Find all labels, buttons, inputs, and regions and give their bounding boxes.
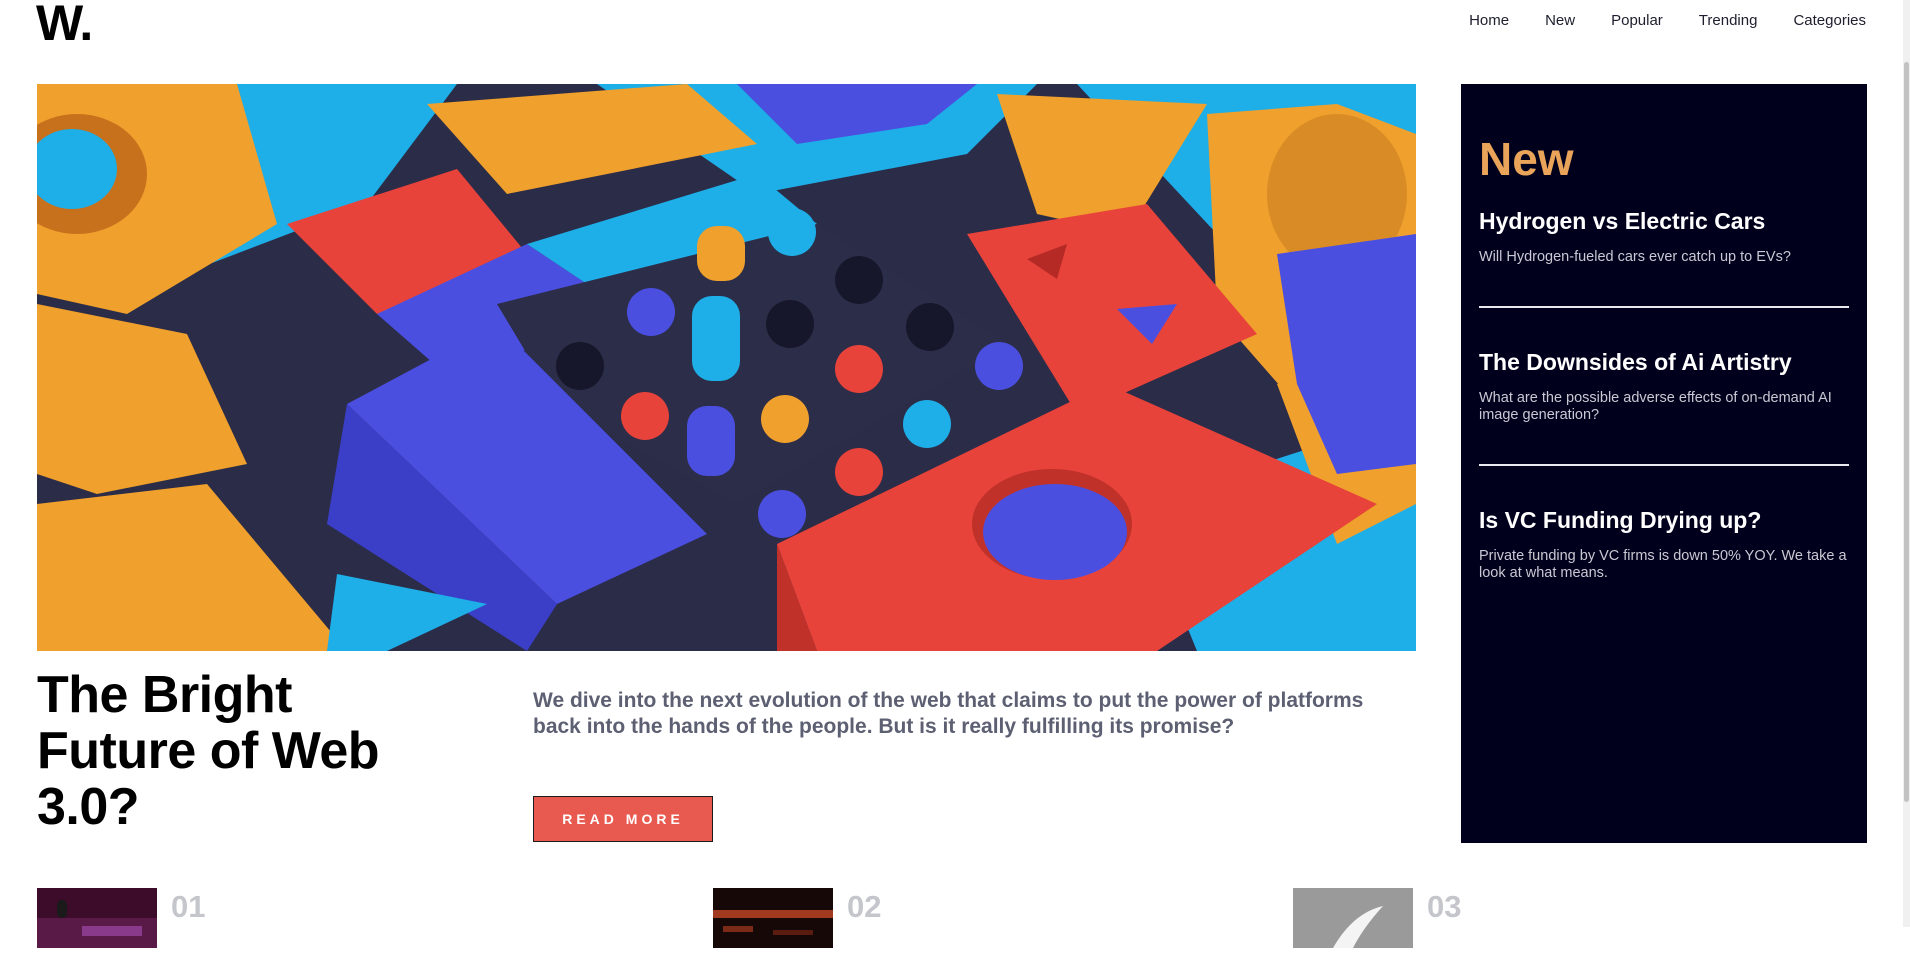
article-thumbnail[interactable] [37, 888, 157, 948]
divider [1479, 306, 1849, 308]
divider [1479, 464, 1849, 466]
hero-description: We dive into the next evolution of the w… [533, 689, 1364, 738]
hero-image [37, 84, 1416, 651]
sidebar-article-title[interactable]: The Downsides of Ai Artistry [1479, 348, 1849, 376]
sidebar-article-summary: What are the possible adverse effects of… [1479, 390, 1832, 423]
sidebar-article[interactable]: The Downsides of Ai Artistry What are th… [1479, 348, 1849, 424]
main-nav: Home New Popular Trending Categories [1469, 12, 1866, 29]
hero-headline[interactable]: The Bright Future of Web 3.0? [37, 667, 457, 835]
nav-popular[interactable]: Popular [1611, 12, 1663, 29]
nav-home[interactable]: Home [1469, 12, 1509, 29]
sidebar-article-title[interactable]: Hydrogen vs Electric Cars [1479, 207, 1849, 235]
article-card[interactable]: 03 [1293, 888, 1461, 948]
read-more-button[interactable]: READ MORE [533, 796, 713, 842]
article-thumbnail[interactable] [713, 888, 833, 948]
article-card[interactable]: 02 [713, 888, 881, 948]
sidebar-article[interactable]: Hydrogen vs Electric Cars Will Hydrogen-… [1479, 207, 1849, 266]
nav-trending[interactable]: Trending [1699, 12, 1758, 29]
scrollbar-thumb[interactable] [1904, 62, 1909, 802]
nav-new[interactable]: New [1545, 12, 1575, 29]
new-articles-sidebar: New Hydrogen vs Electric Cars Will Hydro… [1461, 84, 1867, 843]
sidebar-heading: New [1479, 133, 1574, 185]
sidebar-article-summary: Private funding by VC firms is down 50% … [1479, 548, 1847, 581]
article-card[interactable]: 01 [37, 888, 205, 948]
sidebar-article-title[interactable]: Is VC Funding Drying up? [1479, 506, 1849, 534]
site-logo[interactable]: W. [36, 0, 93, 48]
sidebar-article[interactable]: Is VC Funding Drying up? Private funding… [1479, 506, 1849, 582]
article-number: 01 [171, 889, 206, 924]
sidebar-article-summary: Will Hydrogen-fueled cars ever catch up … [1479, 249, 1791, 265]
nav-categories[interactable]: Categories [1793, 12, 1866, 29]
article-thumbnail[interactable] [1293, 888, 1413, 948]
article-number: 02 [847, 889, 882, 924]
article-number: 03 [1427, 889, 1462, 924]
